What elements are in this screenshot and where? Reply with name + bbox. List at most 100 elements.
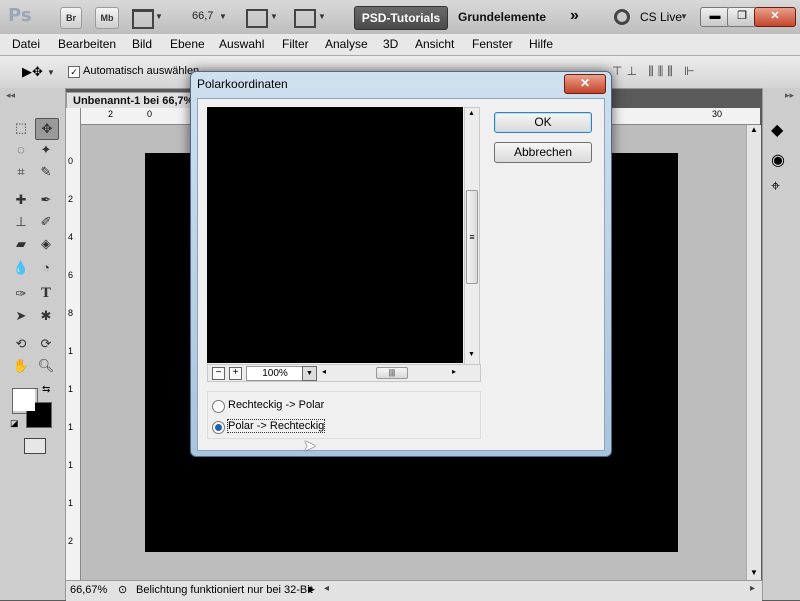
history-brush-icon[interactable]: ✐ xyxy=(35,212,57,232)
marquee-tool-icon[interactable]: ⬚ xyxy=(10,118,32,138)
cancel-button[interactable]: Abbrechen xyxy=(494,142,592,163)
dodge-tool-icon[interactable]: ◔ xyxy=(35,258,57,278)
bridge-button[interactable]: Br xyxy=(60,7,82,29)
menu-datei[interactable]: Datei xyxy=(12,37,40,51)
hand-tool-icon[interactable]: ✋ xyxy=(10,356,32,376)
eraser-tool-icon[interactable]: ▰ xyxy=(10,234,32,254)
scroll-down-icon[interactable]: ▼ xyxy=(468,351,475,358)
move-tool-icon[interactable]: ▶✥ xyxy=(22,64,43,80)
scroll-left-icon[interactable]: ◂ xyxy=(322,367,326,376)
eyedropper-icon[interactable]: ✎ xyxy=(35,162,57,182)
lasso-tool-icon[interactable]: ◌ xyxy=(10,140,32,160)
workspace-psd-tutorials[interactable]: PSD-Tutorials xyxy=(354,6,448,30)
ruler-label: 1 xyxy=(68,460,74,470)
paint-bucket-icon[interactable]: ◈ xyxy=(35,234,57,254)
ok-button[interactable]: OK xyxy=(494,112,592,133)
collapse-icon[interactable]: ◂◂ xyxy=(6,90,15,101)
align-icons[interactable]: ⊤⊥ ⫼⫼⫼ ⊩ xyxy=(612,64,699,79)
menu-bearbeiten[interactable]: Bearbeiten xyxy=(58,37,116,51)
filter-preview[interactable] xyxy=(207,107,463,363)
status-info-icon[interactable]: ⊙ xyxy=(118,583,127,596)
paths-icon[interactable]: ⌖ xyxy=(771,178,780,196)
3d-rotate-icon[interactable]: ⟲ xyxy=(10,334,32,354)
scroll-up-icon[interactable]: ▲ xyxy=(750,125,758,134)
zoom-tool-icon[interactable]: 🔍︎ xyxy=(35,356,57,376)
magic-wand-icon[interactable]: ✦ xyxy=(35,140,57,160)
crop-tool-icon[interactable]: ⌗ xyxy=(10,162,32,182)
scroll-right-icon[interactable]: ▸ xyxy=(750,583,755,594)
chevron-down-icon[interactable]: ▼ xyxy=(302,366,317,381)
vertical-scrollbar[interactable]: ▲ ▼ xyxy=(746,125,761,580)
status-menu-arrow-icon[interactable]: ▶ xyxy=(308,584,315,595)
chevron-down-icon[interactable]: ▼ xyxy=(47,68,55,77)
menu-filter[interactable]: Filter xyxy=(282,37,309,51)
custom-shape-icon[interactable]: ✱ xyxy=(35,306,57,326)
screen-mode-icon[interactable] xyxy=(294,9,316,28)
scroll-left-icon[interactable]: ◂ xyxy=(324,583,329,594)
menu-bild[interactable]: Bild xyxy=(132,37,152,51)
cs-live-icon[interactable] xyxy=(614,9,630,25)
photoshop-logo: Ps xyxy=(8,5,32,26)
swap-colors-icon[interactable]: ⇆ xyxy=(42,384,50,395)
stamp-tool-icon[interactable]: ⊥ xyxy=(10,212,32,232)
close-button[interactable]: ✕ xyxy=(754,7,796,27)
ruler-label: 1 xyxy=(68,346,74,356)
zoom-level[interactable]: 66,7 xyxy=(192,10,213,22)
minibridge-button[interactable]: Mb xyxy=(95,7,119,29)
quick-mask-icon[interactable] xyxy=(24,438,46,454)
3d-orbit-icon[interactable]: ⟳ xyxy=(35,334,57,354)
expand-panels-icon[interactable]: ▸▸ xyxy=(785,90,794,101)
scroll-thumb[interactable]: ≡ xyxy=(466,190,478,284)
cs-live-label[interactable]: CS Live xyxy=(640,10,682,24)
menu-ebene[interactable]: Ebene xyxy=(170,37,205,51)
view-extras-icon[interactable] xyxy=(132,9,154,29)
radio-polar-to-rect[interactable] xyxy=(212,421,225,434)
polar-coordinates-dialog: Polarkoordinaten ✕ ▲ ≡ ▼ − + 100% ▼ ◂ ||… xyxy=(190,71,612,457)
menu-3d[interactable]: 3D xyxy=(383,37,398,51)
menu-fenster[interactable]: Fenster xyxy=(472,37,513,51)
option-polar-to-rect-label[interactable]: Polar -> Rechteckig xyxy=(226,419,326,433)
menu-hilfe[interactable]: Hilfe xyxy=(529,37,553,51)
preview-vertical-scrollbar[interactable]: ▲ ≡ ▼ xyxy=(464,107,480,365)
menu-analyse[interactable]: Analyse xyxy=(325,37,368,51)
brush-tool-icon[interactable]: ✒ xyxy=(35,190,57,210)
chevron-down-icon[interactable]: ▼ xyxy=(155,12,163,21)
menu-ansicht[interactable]: Ansicht xyxy=(415,37,454,51)
default-colors-icon[interactable]: ◪ xyxy=(10,418,19,429)
type-tool-icon[interactable]: T xyxy=(35,284,57,304)
more-workspaces-icon[interactable]: » xyxy=(570,7,579,25)
minimize-button[interactable]: ▬ xyxy=(700,7,730,27)
scroll-up-icon[interactable]: ▲ xyxy=(468,110,475,117)
layers-icon[interactable]: ◆ xyxy=(771,120,783,140)
auto-select-checkbox[interactable]: ✓ xyxy=(68,66,80,78)
option-rect-to-polar-label[interactable]: Rechteckig -> Polar xyxy=(228,399,324,411)
blur-tool-icon[interactable]: 💧 xyxy=(10,258,32,278)
ruler-label: 1 xyxy=(68,384,74,394)
horizontal-scroll-thumb[interactable]: ||| xyxy=(376,367,408,379)
move-tool-icon[interactable]: ✥ xyxy=(35,118,59,140)
zoom-in-button[interactable]: + xyxy=(229,367,242,380)
radio-rect-to-polar[interactable] xyxy=(212,400,225,413)
arrange-documents-icon[interactable] xyxy=(246,9,268,28)
scroll-right-icon[interactable]: ▸ xyxy=(452,367,456,376)
dialog-close-button[interactable]: ✕ xyxy=(564,74,606,94)
preview-controls: − + 100% ▼ ◂ ||| ▸ xyxy=(207,364,481,382)
channels-icon[interactable]: ◉ xyxy=(771,150,785,170)
menu-auswahl[interactable]: Auswahl xyxy=(219,37,264,51)
chevron-down-icon[interactable]: ▼ xyxy=(680,12,688,21)
workspace-grundelemente[interactable]: Grundelemente xyxy=(458,10,546,24)
scroll-down-icon[interactable]: ▼ xyxy=(750,568,758,577)
ruler-label: 0 xyxy=(147,109,153,119)
preview-zoom-field[interactable]: 100% xyxy=(246,366,304,381)
healing-brush-icon[interactable]: ✚ xyxy=(10,190,32,210)
chevron-down-icon[interactable]: ▼ xyxy=(270,12,278,21)
restore-button[interactable]: ❐ xyxy=(727,7,757,27)
path-selection-icon[interactable]: ➤ xyxy=(10,306,32,326)
zoom-out-button[interactable]: − xyxy=(212,367,225,380)
ruler-label: 2 xyxy=(68,194,74,204)
chevron-down-icon[interactable]: ▼ xyxy=(318,12,326,21)
ruler-label: 1 xyxy=(68,422,74,432)
status-zoom[interactable]: 66,67% xyxy=(70,584,107,596)
chevron-down-icon[interactable]: ▼ xyxy=(219,12,227,21)
pen-tool-icon[interactable]: ✑ xyxy=(10,284,32,304)
